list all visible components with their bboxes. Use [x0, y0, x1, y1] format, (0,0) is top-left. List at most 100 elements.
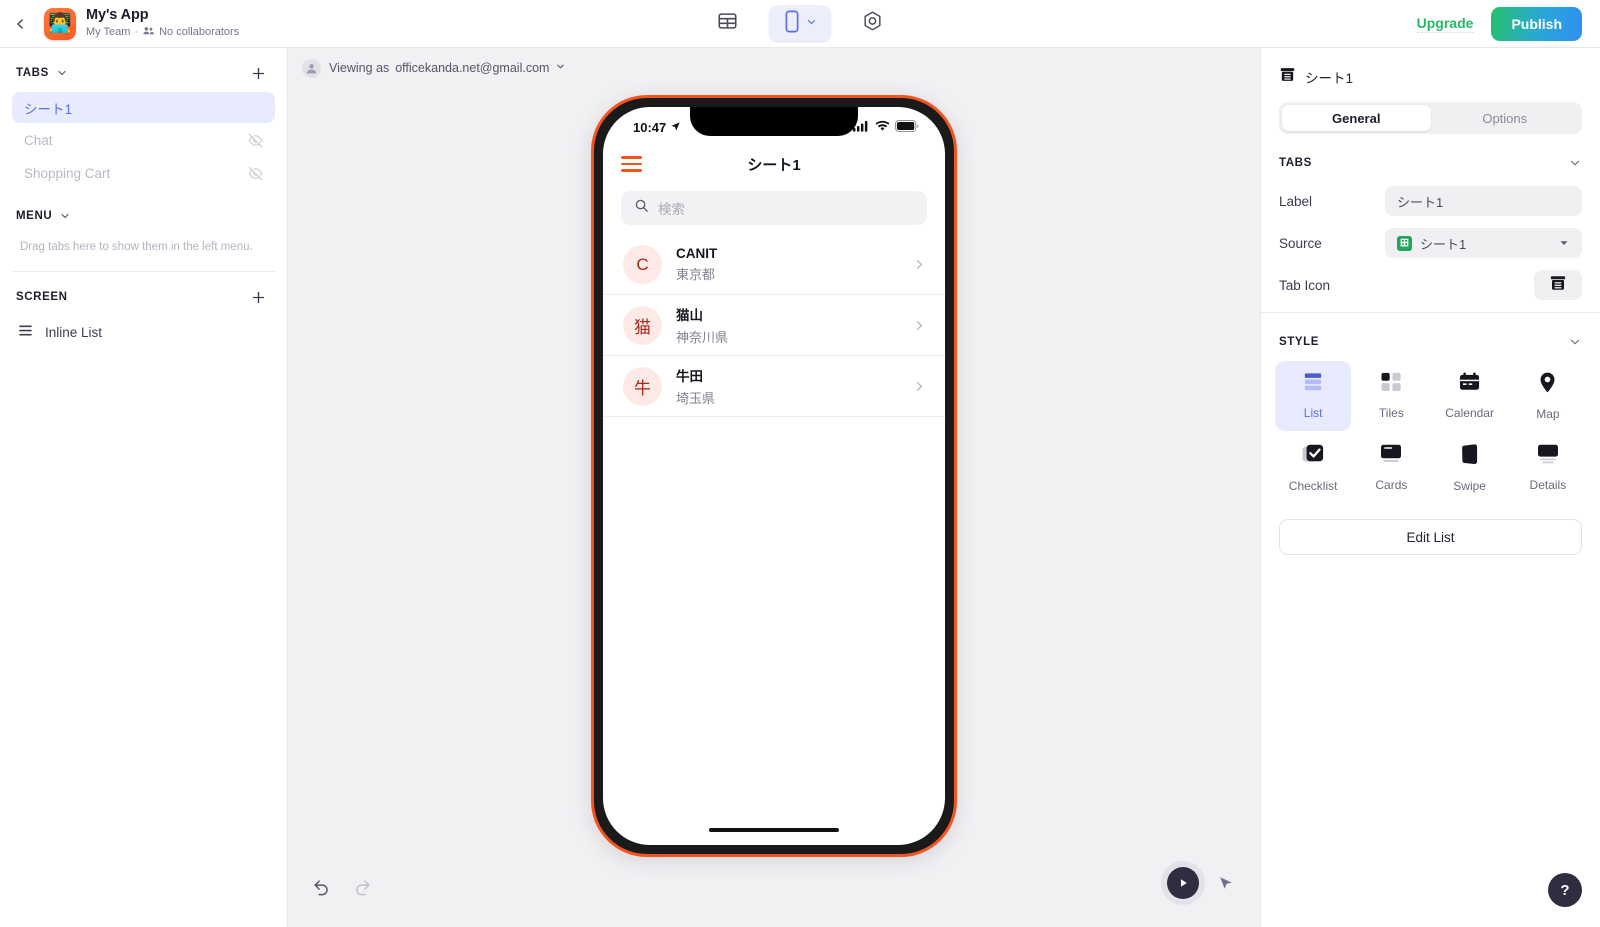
add-tab-button[interactable]: [245, 60, 271, 86]
style-option-cards[interactable]: Cards: [1353, 433, 1429, 503]
chevron-right-icon: [912, 379, 927, 394]
left-sidebar: TABS シート1 Chat Shopping Cart MENU Drag t…: [0, 48, 288, 927]
list-item[interactable]: C CANIT 東京都: [603, 235, 945, 295]
style-option-label: Details: [1529, 478, 1567, 492]
right-inspector-panel: シート1 General Options TABS Label シート1 Sou…: [1260, 48, 1600, 927]
tab-icon-button[interactable]: [1534, 270, 1582, 300]
canvas-mode-controls: [1167, 867, 1234, 899]
field-label-text: Label: [1279, 193, 1313, 209]
chevron-down-icon[interactable]: [1568, 335, 1582, 349]
publish-button[interactable]: Publish: [1491, 6, 1582, 41]
cursor-arrow-button[interactable]: [1217, 875, 1234, 892]
inspector-tabs: General Options: [1279, 102, 1582, 134]
tabs-group-title: TABS: [1279, 157, 1312, 169]
google-sheets-icon: ⊞: [1397, 235, 1412, 251]
list-item[interactable]: 猫 猫山 神奈川県: [603, 295, 945, 356]
app-brand[interactable]: 👨‍💻 My's App My Team · No collaborators: [40, 7, 239, 40]
play-preview-button[interactable]: [1167, 867, 1199, 899]
search-placeholder: 検索: [658, 202, 685, 217]
list-item-text: 猫山 神奈川県: [676, 304, 898, 346]
app-root: 👨‍💻 My's App My Team · No collaborators: [0, 0, 1600, 927]
screen-section-title: SCREEN: [16, 291, 68, 304]
sidebar-item-sheet1[interactable]: シート1: [12, 92, 275, 123]
top-bar: 👨‍💻 My's App My Team · No collaborators: [0, 0, 1600, 48]
field-tab-icon-text: Tab Icon: [1279, 277, 1331, 293]
screen-item-inline-list[interactable]: Inline List: [12, 316, 275, 348]
top-bar-actions: Upgrade Publish: [1416, 6, 1600, 41]
app-subtitle: My Team · No collaborators: [86, 24, 239, 40]
search-icon: [634, 198, 649, 218]
archive-box-icon: [1549, 274, 1567, 297]
phone-screen: 10:47 シート1 検索 C CANIT 東京都 猫 猫山 神奈川県 牛 牛田…: [603, 107, 945, 845]
edit-list-button[interactable]: Edit List: [1279, 519, 1582, 555]
style-group-header: STYLE: [1261, 325, 1600, 359]
list-item[interactable]: 牛 牛田 埼玉県: [603, 356, 945, 417]
style-option-list[interactable]: List: [1275, 361, 1352, 431]
app-logo-icon: 👨‍💻: [44, 7, 76, 40]
list-item-subtitle: 東京都: [676, 267, 716, 282]
tab-general[interactable]: General: [1282, 105, 1431, 131]
chevron-down-icon: [555, 61, 566, 75]
details-style-icon: [1537, 444, 1559, 469]
field-label-row: Label シート1: [1261, 180, 1600, 222]
home-indicator: [709, 827, 839, 832]
swipe-style-icon: [1460, 443, 1480, 470]
viewing-as-selector[interactable]: Viewing as officekanda.net@gmail.com: [329, 61, 566, 75]
chevron-down-icon[interactable]: [1568, 156, 1582, 170]
style-option-label: Calendar: [1445, 406, 1494, 420]
screen-item-label: Inline List: [45, 324, 103, 340]
device-selector[interactable]: [768, 4, 832, 43]
eye-off-icon[interactable]: [248, 133, 263, 148]
list-item-subtitle: 神奈川県: [676, 330, 729, 345]
phone-screen-title: シート1: [747, 156, 801, 174]
sidebar-item-chat[interactable]: Chat: [12, 125, 275, 156]
tab-label: Shopping Cart: [24, 166, 111, 181]
label-input[interactable]: シート1: [1385, 186, 1582, 216]
chevron-down-icon[interactable]: [59, 210, 71, 222]
style-option-checklist[interactable]: Checklist: [1275, 433, 1351, 503]
sidebar-divider: [12, 271, 275, 273]
viewing-as-email: officekanda.net@gmail.com: [395, 61, 550, 75]
eye-off-icon[interactable]: [248, 166, 263, 181]
phone-notch: [690, 107, 858, 136]
style-option-label: Cards: [1375, 478, 1408, 492]
chevron-down-icon: [1558, 237, 1570, 249]
chevron-down-icon: [806, 15, 818, 33]
style-option-details[interactable]: Details: [1510, 433, 1586, 503]
back-button[interactable]: [0, 0, 40, 48]
undo-button[interactable]: [312, 878, 331, 897]
help-button[interactable]: ?: [1548, 873, 1582, 907]
hexagon-settings-icon: [862, 10, 884, 37]
style-option-map[interactable]: Map: [1510, 361, 1586, 431]
list-item-title: CANIT: [676, 246, 718, 261]
list-item-subtitle: 埼玉県: [676, 391, 716, 406]
tab-options[interactable]: Options: [1431, 105, 1580, 131]
table-view-button[interactable]: [709, 7, 747, 41]
field-source-row: Source ⊞ シート1: [1261, 222, 1600, 264]
separator: ·: [134, 26, 139, 38]
chevron-right-icon: [912, 257, 927, 272]
style-option-tiles[interactable]: Tiles: [1353, 361, 1429, 431]
style-option-swipe[interactable]: Swipe: [1432, 433, 1508, 503]
collaborators-icon: [142, 24, 155, 40]
add-screen-button[interactable]: [245, 284, 271, 310]
preview-canvas: Viewing as officekanda.net@gmail.com 10:…: [288, 48, 1260, 927]
sidebar-item-shopping-cart[interactable]: Shopping Cart: [12, 158, 275, 189]
tab-label: Chat: [24, 133, 53, 148]
canvas-history-controls: [312, 878, 372, 897]
style-option-label: Map: [1536, 406, 1560, 421]
collaborators-label: No collaborators: [159, 26, 240, 38]
list-item-title: 牛田: [676, 369, 703, 384]
chevron-down-icon[interactable]: [56, 67, 68, 79]
map-pin-style-icon: [1539, 372, 1556, 398]
archive-box-icon: [1279, 66, 1296, 88]
search-input[interactable]: 検索: [621, 191, 927, 225]
style-option-calendar[interactable]: Calendar: [1432, 361, 1508, 431]
checklist-style-icon: [1302, 444, 1324, 470]
hamburger-menu-icon[interactable]: [621, 156, 642, 172]
source-select[interactable]: ⊞ シート1: [1385, 228, 1582, 258]
settings-button[interactable]: [854, 7, 892, 41]
redo-button[interactable]: [353, 878, 372, 897]
upgrade-link[interactable]: Upgrade: [1416, 15, 1474, 33]
list-item-text: CANIT 東京都: [676, 246, 898, 283]
